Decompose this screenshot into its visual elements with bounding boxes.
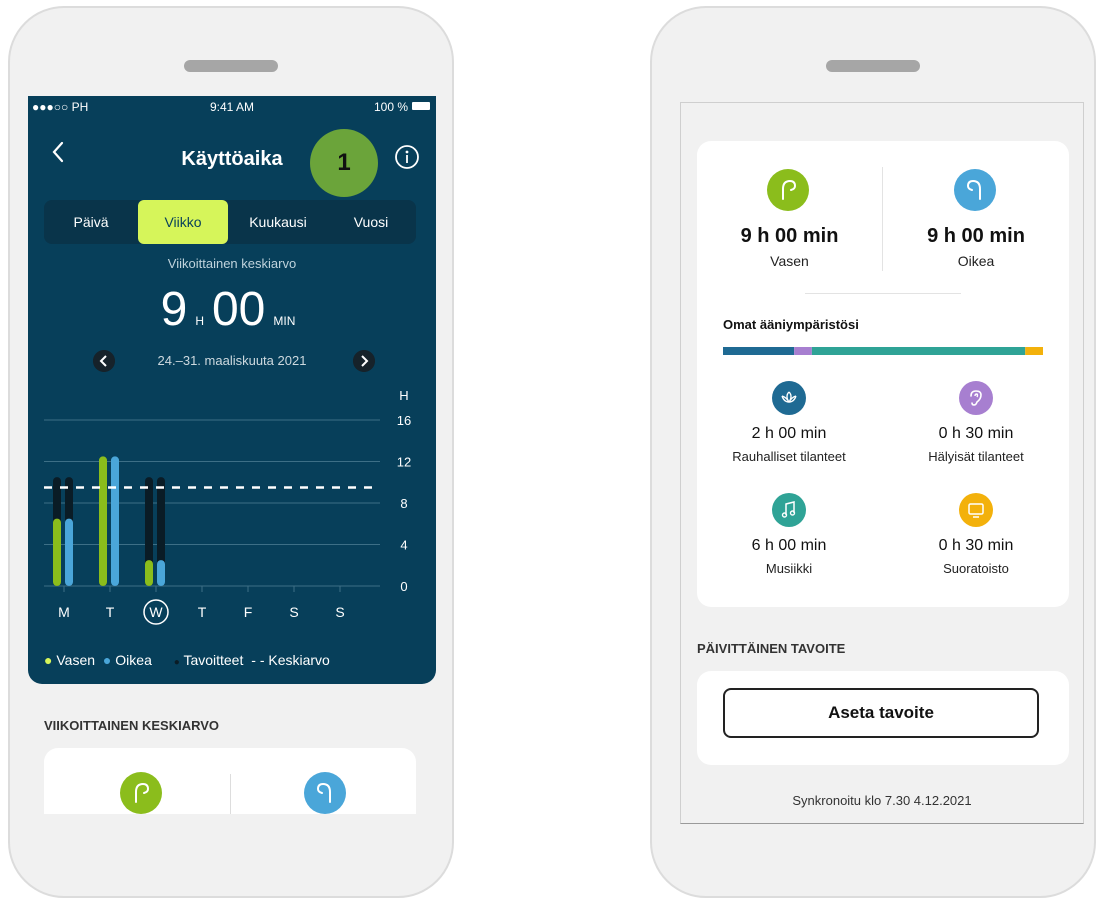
phone-speaker <box>184 60 278 72</box>
x-tick-label: T <box>106 604 115 620</box>
sync-status: Synkronoitu klo 7.30 4.12.2021 <box>792 793 972 808</box>
right-usage-label: Oikea <box>957 253 995 269</box>
right-hearing-aid-icon <box>304 772 346 814</box>
hours-unit: H <box>195 314 204 328</box>
phone-right: 9 h 00 min Vasen 9 h 00 min Oikea Omat ä… <box>650 6 1096 898</box>
left-bar <box>53 518 61 586</box>
battery-icon <box>412 102 430 110</box>
environment-bar-segment <box>1025 347 1043 355</box>
tab-day[interactable]: Päivä <box>48 200 134 244</box>
info-icon[interactable] <box>394 144 420 170</box>
date-navigator: 24.–31. maaliskuuta 2021 <box>28 350 436 372</box>
divider <box>230 774 231 814</box>
legend-dot-goals: ● <box>173 657 180 668</box>
average-label: Viikoittainen keskiarvo <box>167 256 297 271</box>
x-tick-label: S <box>289 604 298 620</box>
environments-title: Omat ääniympäristösi <box>723 317 859 332</box>
left-usage-value: 9 h 00 min <box>740 225 839 247</box>
average-hours: 9 <box>160 283 188 336</box>
environment-bar-segment <box>723 347 795 355</box>
legend-right: Oikea <box>115 652 152 668</box>
y-tick-label: 4 <box>400 538 407 553</box>
legend-goals: Tavoitteet <box>183 652 244 668</box>
left-bar <box>145 560 153 586</box>
noisy-label: Hälyisät tilanteet <box>928 449 1024 464</box>
x-tick-label: M <box>58 604 70 620</box>
right-bar <box>65 518 73 586</box>
noisy-value: 0 h 30 min <box>938 425 1014 442</box>
y-tick-label: 12 <box>397 455 411 470</box>
screen-usage-time: ●●●○○ PH 9:41 AM 100 % Käyttöaika 1 Päiv… <box>28 96 436 814</box>
average-minutes: 00 <box>211 283 266 336</box>
tv-icon <box>959 493 993 527</box>
left-hearing-aid-icon <box>767 169 809 211</box>
left-hearing-aid-icon <box>120 772 162 814</box>
weekly-average-heading: VIIKOITTAINEN KESKIARVO <box>44 718 220 733</box>
next-week-icon[interactable] <box>353 350 375 372</box>
lotus-icon <box>772 381 806 415</box>
legend-dash-average: - - <box>251 652 265 668</box>
quiet-value: 2 h 00 min <box>751 425 827 442</box>
music-note-icon <box>772 493 806 527</box>
period-tabs: Päivä Viikko Kuukausi Vuosi <box>44 200 416 244</box>
y-axis-title: H <box>399 388 408 403</box>
environment-bar-segment <box>794 347 812 355</box>
phone-left: ●●●○○ PH 9:41 AM 100 % Käyttöaika 1 Päiv… <box>8 6 454 898</box>
music-value: 6 h 00 min <box>751 537 827 554</box>
ear-icon <box>959 381 993 415</box>
status-bar: ●●●○○ PH 9:41 AM 100 % <box>28 96 436 118</box>
usage-panel: ●●●○○ PH 9:41 AM 100 % Käyttöaika 1 Päiv… <box>28 96 436 684</box>
right-bar <box>157 560 165 586</box>
right-usage-value: 9 h 00 min <box>927 225 1025 247</box>
tab-week[interactable]: Viikko <box>138 200 228 244</box>
left-usage-label: Vasen <box>770 253 809 269</box>
phone-speaker <box>826 60 920 72</box>
streaming-value: 0 h 30 min <box>938 537 1014 554</box>
environment-bar-segment <box>811 347 1026 355</box>
minutes-unit: MIN <box>273 314 296 328</box>
y-tick-label: 8 <box>400 496 407 511</box>
x-tick-label: F <box>244 604 253 620</box>
devices-card <box>44 748 416 814</box>
quiet-label: Rauhalliset tilanteet <box>732 449 846 464</box>
chart-legend: ● Vasen ● Oikea ● Tavoitteet - - Keskiar… <box>44 652 330 668</box>
average-value: 9 H 00 MIN <box>28 282 436 337</box>
x-tick-label: W <box>149 604 163 620</box>
right-hearing-aid-icon <box>954 169 996 211</box>
legend-dot-right: ● <box>102 652 112 668</box>
streaming-label: Suoratoisto <box>943 561 1009 576</box>
x-tick-label: T <box>198 604 207 620</box>
step-badge: 1 <box>310 129 378 197</box>
legend-left: Vasen <box>56 652 96 668</box>
usage-details-card: 9 h 00 min Vasen 9 h 00 min Oikea Omat ä… <box>697 141 1069 607</box>
battery-text: 100 % <box>373 100 408 114</box>
daily-goal-heading: PÄIVITTÄINEN TAVOITE <box>697 641 846 656</box>
left-bar <box>99 456 107 586</box>
y-tick-label: 0 <box>400 579 407 594</box>
legend-dot-left: ● <box>44 652 53 668</box>
usage-chart: H 16 12 8 4 0 M T W T F S S <box>44 388 411 625</box>
environment-distribution-bar <box>723 347 1043 355</box>
y-tick-label: 16 <box>397 413 411 428</box>
goal-card: Aseta tavoite <box>697 671 1069 765</box>
screen-usage-details: 9 h 00 min Vasen 9 h 00 min Oikea Omat ä… <box>680 102 1084 824</box>
right-bar <box>111 456 119 586</box>
x-tick-label: S <box>335 604 344 620</box>
tab-year[interactable]: Vuosi <box>328 200 414 244</box>
music-label: Musiikki <box>765 561 813 576</box>
tab-month[interactable]: Kuukausi <box>232 200 324 244</box>
set-goal-button[interactable]: Aseta tavoite <box>723 688 1039 738</box>
legend-average: Keskiarvo <box>268 652 330 668</box>
separator <box>805 293 961 294</box>
